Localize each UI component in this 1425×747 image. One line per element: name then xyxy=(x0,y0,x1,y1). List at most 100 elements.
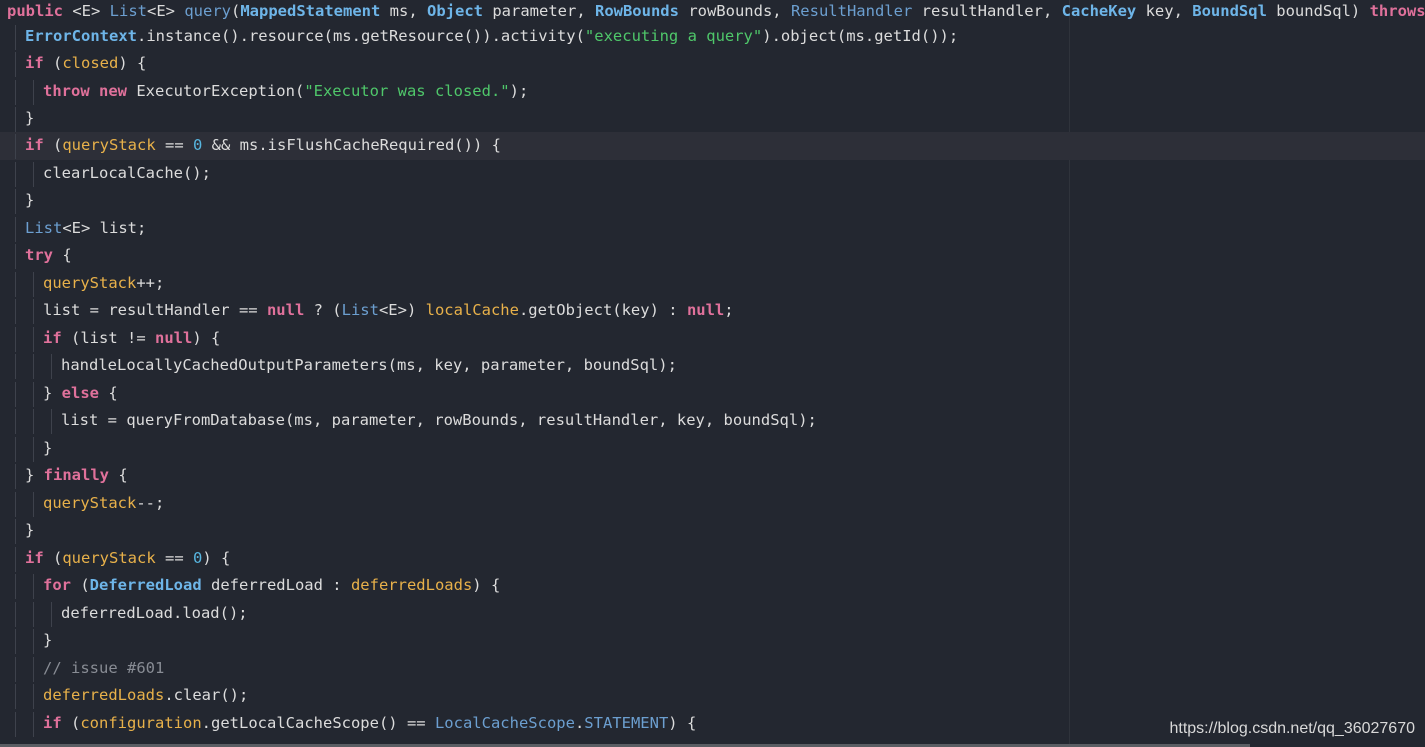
code-text: } xyxy=(43,435,52,463)
code-line[interactable]: ErrorContext.instance().resource(ms.getR… xyxy=(0,23,1425,51)
code-token: ); xyxy=(509,82,529,100)
code-token: boundSql) xyxy=(1266,2,1370,20)
code-token: "executing a query" xyxy=(584,27,763,45)
code-line[interactable]: } xyxy=(0,627,1425,655)
code-line[interactable]: } xyxy=(0,105,1425,133)
code-token: "Executor was closed." xyxy=(304,82,510,100)
code-line[interactable]: list = resultHandler == null ? (List<E>)… xyxy=(0,297,1425,325)
indent-guide xyxy=(33,492,34,517)
code-token: } xyxy=(25,191,35,209)
code-line[interactable]: try { xyxy=(0,242,1425,270)
code-line[interactable]: } finally { xyxy=(0,462,1425,490)
code-token: handleLocallyCachedOutputParameters(ms, … xyxy=(61,356,677,374)
code-token: if xyxy=(43,714,62,732)
code-text: } xyxy=(25,517,34,545)
code-token: } xyxy=(43,631,53,649)
code-token: ExecutorException( xyxy=(127,82,305,100)
code-line[interactable]: public <E> List<E> query(MappedStatement… xyxy=(0,0,1425,26)
code-text: if (closed) { xyxy=(25,50,146,78)
code-token: } xyxy=(25,521,35,539)
code-token: ms, xyxy=(380,2,427,20)
code-line[interactable]: if (queryStack == 0 && ms.isFlushCacheRe… xyxy=(0,132,1425,160)
code-text: list = resultHandler == null ? (List<E>)… xyxy=(43,297,734,325)
indent-guide xyxy=(51,354,52,379)
code-line[interactable]: } xyxy=(0,517,1425,545)
indent-guide xyxy=(15,547,16,572)
indent-guide xyxy=(33,327,34,352)
code-text: if (queryStack == 0) { xyxy=(25,545,230,573)
indent-guide xyxy=(15,189,16,214)
code-line[interactable]: if (queryStack == 0) { xyxy=(0,545,1425,573)
indent-guide xyxy=(33,629,34,654)
code-token: public xyxy=(7,2,63,20)
code-line[interactable]: clearLocalCache(); xyxy=(0,160,1425,188)
code-text: if (configuration.getLocalCacheScope() =… xyxy=(43,710,696,738)
code-token: } xyxy=(43,384,62,402)
code-line[interactable]: } xyxy=(0,187,1425,215)
indent-guide xyxy=(15,712,16,737)
indent-guide xyxy=(15,437,16,462)
indent-guide xyxy=(15,25,16,50)
code-text: } xyxy=(43,627,52,655)
code-token: } xyxy=(25,109,35,127)
indent-guide xyxy=(33,657,34,682)
indent-guide xyxy=(51,409,52,434)
indent-guide xyxy=(15,354,16,379)
code-token: throws xyxy=(1369,2,1425,20)
code-token: ResultHandler xyxy=(790,2,913,20)
code-token: == xyxy=(155,549,193,567)
code-token: List xyxy=(109,2,147,20)
indent-guide xyxy=(15,519,16,544)
watermark-url: https://blog.csdn.net/qq_36027670 xyxy=(1169,720,1415,737)
indent-guide xyxy=(15,657,16,682)
code-token: null xyxy=(686,301,725,319)
code-line[interactable]: for (DeferredLoad deferredLoad : deferre… xyxy=(0,572,1425,600)
indent-guide xyxy=(33,162,34,187)
indent-guide xyxy=(51,602,52,627)
code-line[interactable]: deferredLoads.clear(); xyxy=(0,682,1425,710)
code-token: for xyxy=(43,576,71,594)
indent-guide xyxy=(33,684,34,709)
code-line[interactable]: } else { xyxy=(0,380,1425,408)
code-token: { xyxy=(99,384,118,402)
code-text: throw new ExecutorException("Executor wa… xyxy=(43,78,528,106)
code-line[interactable]: handleLocallyCachedOutputParameters(ms, … xyxy=(0,352,1425,380)
indent-guide xyxy=(33,574,34,599)
code-line[interactable]: if (list != null) { xyxy=(0,325,1425,353)
code-line[interactable]: deferredLoad.load(); xyxy=(0,600,1425,628)
code-token: try xyxy=(25,246,53,264)
code-line[interactable]: if (closed) { xyxy=(0,50,1425,78)
code-token: list = resultHandler == xyxy=(43,301,267,319)
code-token: ( xyxy=(71,576,90,594)
code-token: ( xyxy=(231,2,241,20)
code-token: ) { xyxy=(192,329,221,347)
indent-guide xyxy=(33,437,34,462)
code-line[interactable]: // issue #601 xyxy=(0,655,1425,683)
code-editor[interactable]: public <E> List<E> query(MappedStatement… xyxy=(0,0,1425,747)
code-token: DeferredLoad xyxy=(89,576,202,594)
code-token: .instance().resource(ms.getResource()).a… xyxy=(136,27,585,45)
code-text: try { xyxy=(25,242,72,270)
code-token: <E> xyxy=(63,2,110,20)
code-line[interactable]: list = queryFromDatabase(ms, parameter, … xyxy=(0,407,1425,435)
indent-guide xyxy=(15,134,16,159)
indent-guide xyxy=(15,244,16,269)
code-line[interactable]: throw new ExecutorException("Executor wa… xyxy=(0,78,1425,106)
indent-guide xyxy=(15,327,16,352)
code-token: null xyxy=(155,329,193,347)
code-token: deferredLoad.load(); xyxy=(61,604,248,622)
code-line[interactable]: queryStack++; xyxy=(0,270,1425,298)
code-text: ErrorContext.instance().resource(ms.getR… xyxy=(25,23,958,51)
code-line[interactable]: } xyxy=(0,435,1425,463)
code-text: deferredLoads.clear(); xyxy=(43,682,248,710)
code-token: finally xyxy=(43,466,109,484)
indent-guide xyxy=(15,299,16,324)
code-token: ( xyxy=(43,549,63,567)
code-token: RowBounds xyxy=(594,2,679,20)
code-token: .clear(); xyxy=(164,686,249,704)
code-token: throw new xyxy=(43,82,127,100)
code-line[interactable]: queryStack--; xyxy=(0,490,1425,518)
indent-guide xyxy=(15,629,16,654)
code-line[interactable]: List<E> list; xyxy=(0,215,1425,243)
indent-guide xyxy=(33,712,34,737)
